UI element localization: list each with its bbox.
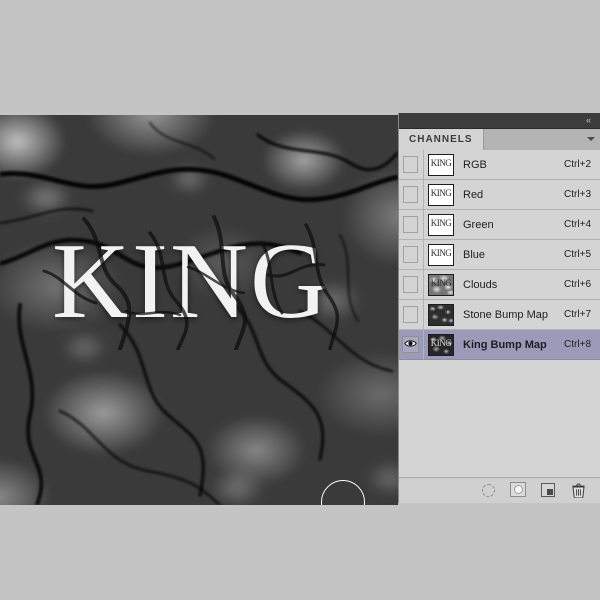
channel-thumbnail-text: KING [430, 187, 452, 198]
channel-thumbnail-text: KING [430, 217, 452, 228]
channel-visibility-toggle[interactable] [399, 209, 424, 240]
channel-thumbnail-text: KING [430, 337, 452, 348]
channel-shortcut: Ctrl+6 [564, 279, 591, 290]
channel-visibility-checkbox[interactable] [403, 155, 418, 173]
collapse-to-icons-icon[interactable]: « [580, 115, 596, 126]
channel-name: Stone Bump Map [463, 308, 548, 321]
channel-shortcut: Ctrl+4 [564, 219, 591, 230]
channel-visibility-checkbox[interactable] [403, 185, 418, 203]
channel-visibility-toggle[interactable] [399, 149, 424, 180]
new-channel-icon[interactable] [540, 482, 557, 499]
channel-shortcut: Ctrl+8 [564, 339, 591, 350]
channel-visibility-toggle[interactable] [399, 329, 424, 360]
channel-row[interactable]: KING Blue Ctrl+5 [399, 239, 600, 270]
channel-thumbnail-text: KING [430, 247, 452, 258]
channel-visibility-checkbox[interactable] [403, 305, 418, 323]
channel-visibility-toggle[interactable] [399, 269, 424, 300]
channel-thumbnail[interactable]: KING [428, 273, 454, 296]
channel-visibility-checkbox[interactable] [403, 215, 418, 233]
load-channel-as-selection-icon[interactable] [480, 482, 497, 499]
channel-thumbnail[interactable]: KING [428, 243, 454, 266]
channel-list: KING RGB Ctrl+2 KING Red Ctrl+3 KING Green Ctrl+… [399, 149, 600, 466]
panel-menu-arrow-icon[interactable] [587, 137, 595, 141]
channel-row[interactable]: KING Green Ctrl+4 [399, 209, 600, 240]
channel-row[interactable]: KING Stone Bump Map Ctrl+7 [399, 299, 600, 330]
channel-row[interactable]: KING Red Ctrl+3 [399, 179, 600, 210]
channel-visibility-checkbox[interactable] [403, 245, 418, 263]
channel-visibility-toggle[interactable] [399, 179, 424, 210]
eye-icon[interactable] [402, 335, 419, 353]
channel-thumbnail-text: KING [430, 277, 452, 288]
artwork-king-text: KING [52, 222, 330, 341]
channel-row[interactable]: KING King Bump Map Ctrl+8 [399, 329, 600, 360]
channel-shortcut: Ctrl+7 [564, 309, 591, 320]
panel-titlebar: « [399, 113, 600, 129]
channel-name: King Bump Map [463, 338, 547, 351]
channel-visibility-toggle[interactable] [399, 239, 424, 270]
channel-shortcut: Ctrl+3 [564, 189, 591, 200]
channel-thumbnail-text: KING [430, 157, 452, 168]
channel-row[interactable]: KING Clouds Ctrl+6 [399, 269, 600, 300]
document-canvas[interactable]: KING [0, 115, 398, 505]
channel-name: Green [463, 218, 494, 231]
save-selection-as-channel-icon[interactable] [510, 482, 527, 499]
channels-panel: « CHANNELS KING RGB Ctrl+2 KING Red Ctrl+3 KIN… [398, 113, 600, 503]
channel-thumbnail[interactable]: KING [428, 333, 454, 356]
channel-thumbnail[interactable]: KING [428, 303, 454, 326]
channel-row[interactable]: KING RGB Ctrl+2 [399, 149, 600, 180]
panel-tabbar: CHANNELS [399, 129, 600, 151]
channel-visibility-checkbox[interactable] [403, 275, 418, 293]
channel-shortcut: Ctrl+5 [564, 249, 591, 260]
channel-name: Clouds [463, 278, 498, 291]
channel-shortcut: Ctrl+2 [564, 159, 591, 170]
channel-thumbnail[interactable]: KING [428, 213, 454, 236]
channel-thumbnail[interactable]: KING [428, 153, 454, 176]
channel-name: RGB [463, 158, 487, 171]
panel-bottom-toolbar [399, 477, 600, 503]
channel-visibility-toggle[interactable] [399, 299, 424, 330]
channel-name: Red [463, 188, 484, 201]
channel-name: Blue [463, 248, 486, 261]
delete-channel-icon[interactable] [570, 482, 587, 499]
tab-channels[interactable]: CHANNELS [399, 129, 484, 150]
channel-thumbnail-text: KING [430, 307, 452, 318]
channel-thumbnail[interactable]: KING [428, 183, 454, 206]
